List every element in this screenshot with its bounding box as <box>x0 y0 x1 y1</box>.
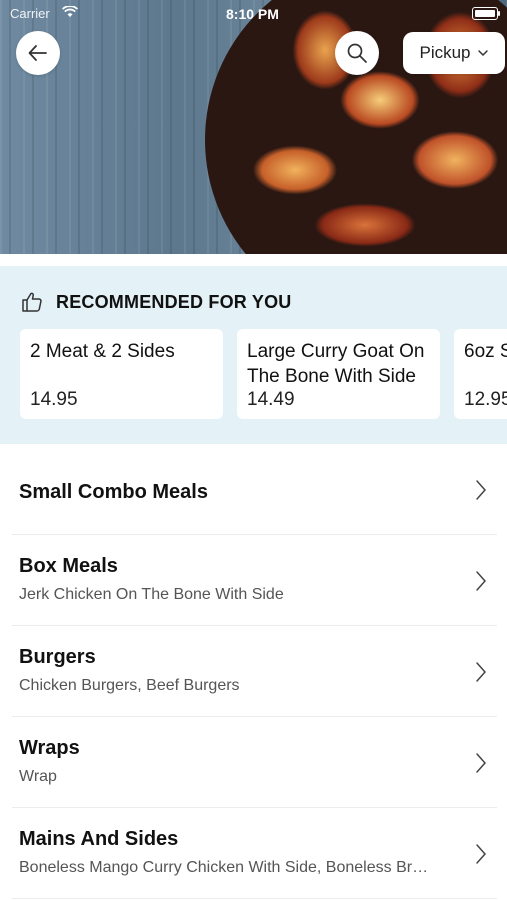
category-subtitle: Boneless Mango Curry Chicken With Side, … <box>19 859 429 876</box>
chevron-right-icon <box>476 480 487 500</box>
category-row-burgers[interactable]: Burgers Chicken Burgers, Beef Burgers <box>12 626 497 717</box>
hero-banner: Carrier 8:10 PM Pickup <box>0 0 507 254</box>
card-item-name: 6oz Steam Chicken <box>464 341 507 362</box>
recommended-header: RECOMMENDED FOR YOU <box>20 290 291 314</box>
recommended-card[interactable]: 2 Meat & 2 Sides 14.95 <box>20 329 223 419</box>
category-title: Mains And Sides <box>19 828 179 850</box>
card-item-name: Large Curry Goat On The Bone With Side <box>247 341 425 387</box>
arrow-left-icon <box>28 45 47 61</box>
wifi-icon <box>61 5 79 21</box>
card-item-price: 14.49 <box>247 389 295 410</box>
category-subtitle: Wrap <box>19 768 57 785</box>
search-icon <box>347 43 367 63</box>
thumbs-up-icon <box>22 292 42 312</box>
card-item-name: 2 Meat & 2 Sides <box>30 341 175 362</box>
category-title: Small Combo Meals <box>19 481 208 503</box>
category-subtitle: Chicken Burgers, Beef Burgers <box>19 677 240 694</box>
category-title: Box Meals <box>19 555 118 577</box>
card-item-price: 14.95 <box>30 389 78 410</box>
recommended-section: RECOMMENDED FOR YOU 2 Meat & 2 Sides 14.… <box>0 266 507 444</box>
category-row-small-combo-meals[interactable]: Small Combo Meals <box>12 444 497 535</box>
recommended-title: RECOMMENDED FOR YOU <box>56 291 292 312</box>
back-button[interactable] <box>16 31 60 75</box>
recommended-card[interactable]: Large Curry Goat On The Bone With Side 1… <box>237 329 440 419</box>
category-row-mains-and-sides[interactable]: Mains And Sides Boneless Mango Curry Chi… <box>12 808 497 899</box>
category-row-box-meals[interactable]: Box Meals Jerk Chicken On The Bone With … <box>12 535 497 626</box>
category-title: Burgers <box>19 646 96 668</box>
chevron-right-icon <box>476 844 487 864</box>
chevron-right-icon <box>476 571 487 591</box>
category-row-wraps[interactable]: Wraps Wrap <box>12 717 497 808</box>
recommended-card[interactable]: 6oz Steam Chicken 12.95 <box>454 329 507 419</box>
recommended-carousel[interactable]: 2 Meat & 2 Sides 14.95 Large Curry Goat … <box>20 329 507 419</box>
chevron-down-icon <box>477 50 488 57</box>
card-item-price: 12.95 <box>464 389 507 410</box>
battery-tip <box>498 11 500 16</box>
carrier-label: Carrier <box>10 6 50 21</box>
chevron-right-icon <box>476 662 487 682</box>
battery-icon <box>472 7 498 20</box>
pickup-label: Pickup <box>419 43 471 62</box>
status-bar: Carrier 8:10 PM <box>0 0 507 28</box>
search-button[interactable] <box>335 31 379 75</box>
pickup-dropdown[interactable]: Pickup <box>403 32 505 74</box>
category-title: Wraps <box>19 737 80 759</box>
category-subtitle: Jerk Chicken On The Bone With Side <box>19 586 284 603</box>
clock: 8:10 PM <box>226 6 279 22</box>
chevron-right-icon <box>476 753 487 773</box>
